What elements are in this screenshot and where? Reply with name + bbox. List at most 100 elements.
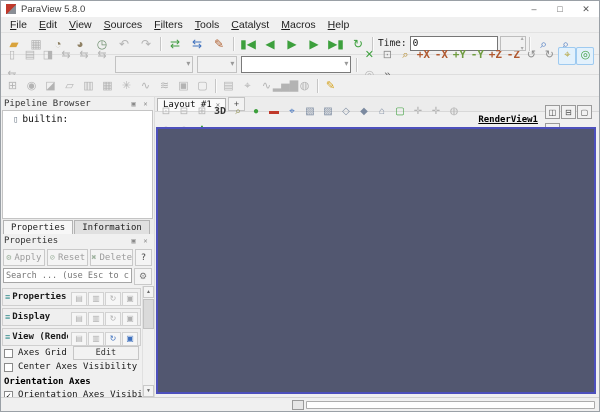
output-messages-button[interactable]	[292, 400, 304, 410]
component-combo[interactable]	[197, 56, 237, 73]
set-view-plus-y-icon[interactable]: +Y	[450, 46, 468, 64]
menu-tools[interactable]: Tools	[189, 19, 226, 31]
zoom-to-box-icon[interactable]: ⊡	[378, 47, 396, 65]
scroll-thumb[interactable]	[143, 299, 154, 329]
split-horizontal-button[interactable]: ◫	[545, 105, 560, 119]
glyph-icon[interactable]: ✳	[117, 77, 136, 96]
use-separate-colormap-icon[interactable]: ◨	[39, 47, 57, 65]
paste-section-icon[interactable]: ▥	[88, 332, 104, 346]
select-block-icon[interactable]: ▢	[392, 105, 408, 120]
menu-view[interactable]: View	[63, 19, 98, 31]
zoom-to-data-icon[interactable]: ⌕	[396, 47, 414, 65]
maximize-view-button[interactable]: ▢	[577, 105, 592, 119]
menu-catalyst[interactable]: Catalyst	[225, 19, 275, 31]
tab-properties[interactable]: Properties	[3, 220, 73, 234]
scroll-down-arrow[interactable]: ▼	[143, 385, 154, 397]
disconnect-icon[interactable]: ⇆	[187, 34, 207, 54]
histogram-icon[interactable]: ▂▅▇	[276, 77, 295, 96]
last-frame-icon[interactable]: ▶▮	[326, 34, 346, 54]
warp-vector-icon[interactable]: ≋	[155, 77, 174, 96]
interaction-mode-icon[interactable]: 3D	[212, 105, 228, 120]
select-polygon-icon[interactable]: ⌂	[374, 105, 390, 120]
undo-camera-icon[interactable]: ⊟	[176, 105, 192, 120]
zoom-to-box-view-icon[interactable]: ⌕	[230, 105, 246, 120]
close-dock-icon[interactable]: ✕	[140, 99, 151, 109]
section-display[interactable]: ≡ Display ▤▥↻▣	[2, 308, 141, 326]
help-button[interactable]: ?	[135, 249, 152, 266]
save-defaults-icon[interactable]: ▣	[122, 312, 138, 326]
set-view-plus-x-icon[interactable]: +X	[414, 46, 432, 64]
color-field-combo[interactable]	[115, 56, 193, 73]
clear-selection-icon[interactable]: ▬	[266, 105, 282, 120]
next-frame-icon[interactable]: ▶	[304, 34, 324, 54]
select-surface-points-icon[interactable]: ●	[248, 105, 264, 120]
set-view-minus-y-icon[interactable]: -Y	[468, 46, 486, 64]
split-vertical-button[interactable]: ⊟	[561, 105, 576, 119]
copy-section-icon[interactable]: ▤	[71, 292, 87, 306]
maximize-button[interactable]: □	[547, 1, 573, 17]
rescale-over-time-icon[interactable]: ⇆	[93, 47, 111, 65]
contour-icon[interactable]: ◉	[22, 77, 41, 96]
menu-sources[interactable]: Sources	[98, 19, 149, 31]
group-datasets-icon[interactable]: ▣	[174, 77, 193, 96]
frame-spinbox[interactable]	[500, 36, 526, 51]
delete-button[interactable]: ✖ Delete	[90, 249, 133, 266]
menu-filters[interactable]: Filters	[148, 19, 189, 31]
set-view-minus-x-icon[interactable]: -X	[432, 46, 450, 64]
menu-help[interactable]: Help	[322, 19, 356, 31]
pipeline-item-builtin[interactable]: ▯ builtin:	[3, 111, 152, 125]
reset-button[interactable]: ⊘ Reset	[47, 249, 89, 266]
representation-combo[interactable]	[241, 56, 351, 73]
extract-subset-icon[interactable]: ▦	[98, 77, 117, 96]
probe-location-icon[interactable]: ⌖	[238, 77, 257, 96]
extract-group-icon[interactable]: ▢	[193, 77, 212, 96]
menu-file[interactable]: File	[4, 19, 33, 31]
reset-camera-icon[interactable]: ✕	[360, 47, 378, 65]
rescale-to-custom-range-icon[interactable]: ⇆	[75, 47, 93, 65]
interactive-select-cells-icon[interactable]: ✛	[410, 105, 426, 120]
clip-icon[interactable]: ◪	[41, 77, 60, 96]
show-orientation-axes-icon[interactable]: ⌖	[558, 47, 576, 65]
paste-section-icon[interactable]: ▥	[88, 312, 104, 326]
adjust-camera-icon[interactable]: ⊡	[158, 105, 174, 120]
slice-icon[interactable]: ▱	[60, 77, 79, 96]
restore-defaults-icon[interactable]: ↻	[105, 332, 121, 346]
section-view[interactable]: ≡ View (Render ▤▥↻▣	[2, 328, 141, 346]
restore-defaults-icon[interactable]: ↻	[105, 312, 121, 326]
connect-icon[interactable]: ⇄	[165, 34, 185, 54]
menu-macros[interactable]: Macros	[275, 19, 321, 31]
edit-color-map-icon[interactable]: ▤	[21, 47, 39, 65]
restore-defaults-icon[interactable]: ↻	[105, 292, 121, 306]
close-dock-icon[interactable]: ✕	[140, 236, 151, 246]
scroll-track[interactable]	[143, 330, 154, 385]
plot-selection-icon[interactable]: ◍	[295, 77, 314, 96]
undock-icon[interactable]: ▣	[128, 99, 139, 109]
save-defaults-icon[interactable]: ▣	[122, 332, 138, 346]
toggle-color-legend-icon[interactable]: ▯	[3, 47, 21, 65]
save-defaults-icon[interactable]: ▣	[122, 292, 138, 306]
section-properties[interactable]: ≡ Properties ▤▥↻▣	[2, 288, 141, 306]
redo-camera-icon[interactable]: ⊞	[194, 105, 210, 120]
threshold-icon[interactable]: ▥	[79, 77, 98, 96]
scroll-up-arrow[interactable]: ▲	[143, 286, 154, 298]
menu-edit[interactable]: Edit	[33, 19, 63, 31]
redo-icon[interactable]: ↷	[136, 34, 156, 54]
apply-button[interactable]: ⚙ Apply	[3, 249, 45, 266]
select-normal-icon[interactable]: ⌖	[284, 105, 300, 120]
paste-section-icon[interactable]: ▥	[88, 292, 104, 306]
properties-scrollbar[interactable]: ▲ ▼	[142, 286, 154, 397]
edit-button[interactable]: Edit	[73, 346, 139, 360]
query-data-icon[interactable]: ▤	[219, 77, 238, 96]
rotate-90-cw-icon[interactable]: ↻	[540, 47, 558, 65]
tab-information[interactable]: Information	[74, 220, 150, 234]
undo-icon[interactable]: ↶	[114, 34, 134, 54]
close-button[interactable]: ✕	[573, 1, 599, 17]
show-center-axes-icon[interactable]: ◎	[576, 47, 594, 65]
minimize-button[interactable]: –	[521, 1, 547, 17]
search-options-button[interactable]: ⚙	[134, 268, 152, 285]
stream-tracer-icon[interactable]: ∿	[136, 77, 155, 96]
select-points-icon[interactable]: ▨	[320, 105, 336, 120]
interactive-select-points-icon[interactable]: ✛	[428, 105, 444, 120]
color-palette-icon[interactable]: ✎	[209, 34, 229, 54]
select-surface-cells-icon[interactable]: ▧	[302, 105, 318, 120]
